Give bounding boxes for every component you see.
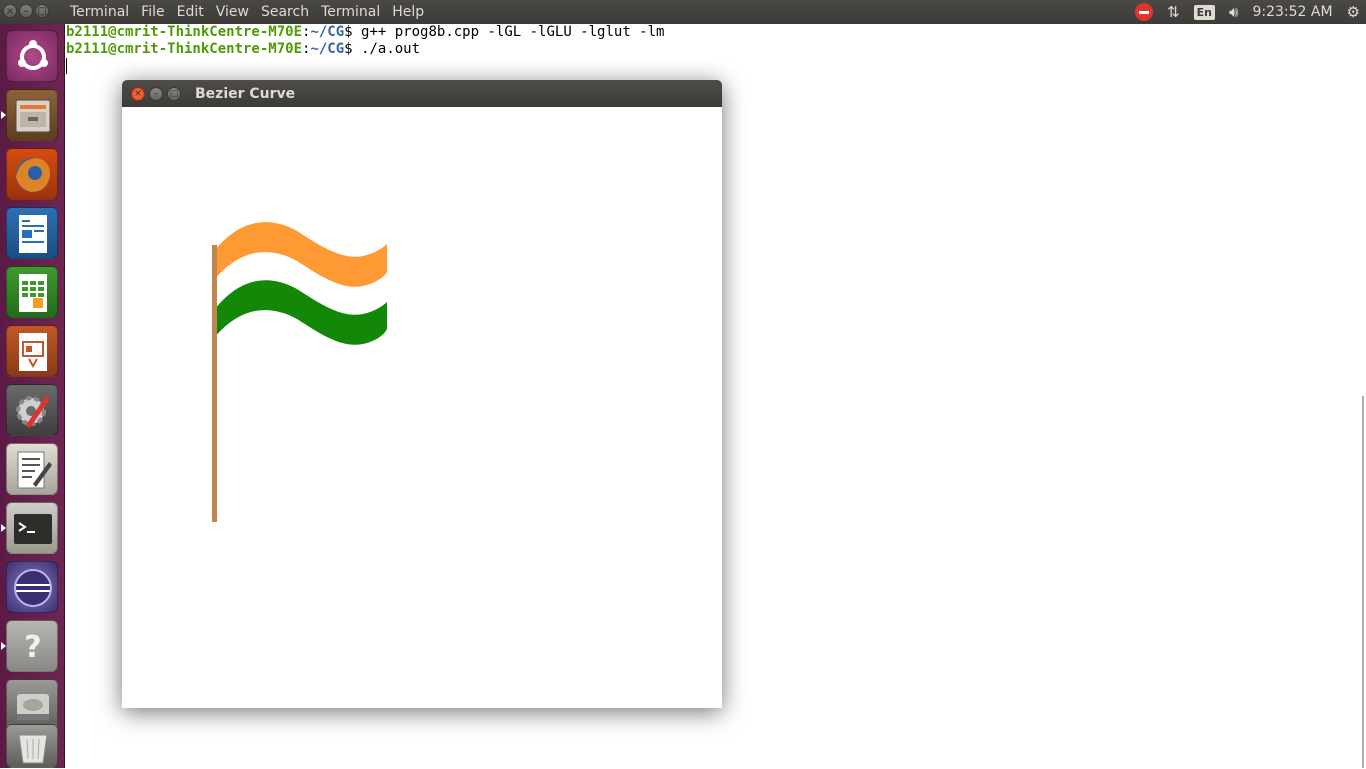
minimize-icon[interactable]: – bbox=[149, 87, 163, 101]
drawing-canvas[interactable] bbox=[122, 107, 722, 708]
text-cursor bbox=[66, 58, 67, 74]
libreoffice-impress-icon[interactable] bbox=[6, 325, 58, 377]
menu-bar: Terminal File Edit View Search Terminal … bbox=[64, 0, 430, 24]
window-controls: × – □ bbox=[3, 4, 49, 18]
minimize-icon[interactable]: – bbox=[19, 4, 33, 18]
network-arrows-icon[interactable]: ⇅ bbox=[1167, 3, 1180, 21]
maximize-icon[interactable]: □ bbox=[167, 87, 181, 101]
volume-icon[interactable]: 🔊︎ bbox=[1229, 3, 1238, 21]
app-name: Terminal bbox=[70, 4, 130, 20]
gear-icon[interactable]: ⚙ bbox=[1347, 3, 1360, 21]
command-text: ./a.out bbox=[361, 41, 421, 57]
green-band bbox=[215, 280, 387, 345]
scrollbar[interactable] bbox=[1362, 396, 1364, 768]
text-editor-icon[interactable] bbox=[6, 443, 58, 495]
svg-text:?: ? bbox=[24, 630, 41, 665]
ubuntu-dash-icon[interactable] bbox=[6, 30, 58, 82]
terminal-line: b2111@cmrit-ThinkCentre-M70E:~/CG$ ./a.o… bbox=[66, 41, 421, 57]
prompt-path: ~/CG bbox=[310, 41, 345, 57]
keyboard-language-indicator[interactable]: En bbox=[1193, 4, 1216, 20]
menu-help[interactable]: Help bbox=[386, 4, 430, 20]
flag-drawing bbox=[212, 222, 387, 522]
indicator-area: ⇅ En 🔊︎ 9:23:52 AM ⚙ bbox=[1135, 0, 1360, 24]
terminal-line: b2111@cmrit-ThinkCentre-M70E:~/CG$ g++ p… bbox=[66, 24, 665, 40]
firefox-icon[interactable] bbox=[6, 148, 58, 200]
saffron-band bbox=[215, 222, 387, 287]
command-text: g++ prog8b.cpp -lGL -lGLU -lglut -lm bbox=[361, 24, 665, 40]
libreoffice-calc-icon[interactable] bbox=[6, 266, 58, 318]
files-icon[interactable] bbox=[6, 89, 58, 141]
bezier-window: × – □ Bezier Curve bbox=[122, 80, 722, 708]
prompt-path: ~/CG bbox=[310, 24, 345, 40]
no-entry-icon[interactable] bbox=[1135, 3, 1154, 21]
launcher: ? bbox=[0, 24, 65, 768]
flag-pole bbox=[212, 245, 217, 522]
terminal-icon[interactable] bbox=[6, 502, 58, 554]
prompt-user: b2111@cmrit-ThinkCentre-M70E bbox=[66, 24, 303, 40]
menu-file[interactable]: File bbox=[135, 4, 170, 20]
window-title: Bezier Curve bbox=[195, 86, 296, 102]
menu-edit[interactable]: Edit bbox=[171, 4, 210, 20]
eclipse-icon[interactable] bbox=[6, 561, 58, 613]
libreoffice-writer-icon[interactable] bbox=[6, 207, 58, 259]
maximize-icon[interactable]: □ bbox=[35, 4, 49, 18]
window-titlebar[interactable]: × – □ Bezier Curve bbox=[122, 80, 722, 107]
terminal-line bbox=[65, 58, 1366, 75]
prompt-user: b2111@cmrit-ThinkCentre-M70E bbox=[66, 41, 303, 57]
top-panel: × – □ Terminal File Edit View Search Ter… bbox=[0, 0, 1366, 24]
clock[interactable]: 9:23:52 AM bbox=[1252, 4, 1332, 20]
system-settings-icon[interactable] bbox=[6, 384, 58, 436]
trash-icon[interactable] bbox=[6, 724, 58, 768]
menu-terminal[interactable]: Terminal bbox=[315, 4, 386, 20]
menu-search[interactable]: Search bbox=[255, 4, 315, 20]
close-icon[interactable]: × bbox=[131, 87, 145, 101]
menu-view[interactable]: View bbox=[210, 4, 255, 20]
close-icon[interactable]: × bbox=[3, 4, 17, 18]
help-icon[interactable]: ? bbox=[6, 620, 58, 672]
